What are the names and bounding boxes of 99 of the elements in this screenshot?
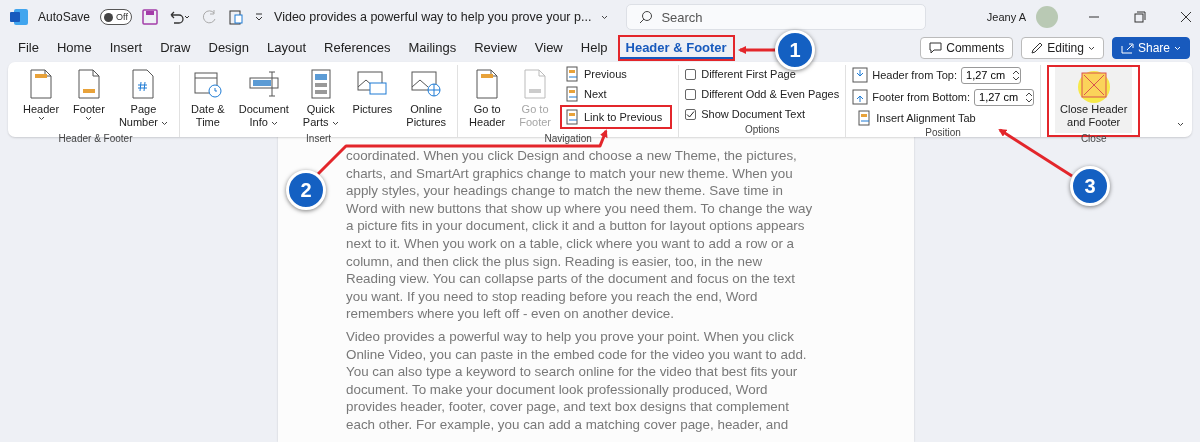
document-text-line: Word with new buttons that show up where you need them. To change the way: [346, 199, 814, 218]
autosave-toggle[interactable]: Off: [100, 9, 133, 25]
group-label: Insert: [305, 133, 333, 146]
ribbon-button[interactable]: Next: [559, 85, 673, 103]
callout-badge: 1: [775, 30, 815, 70]
document-text-line: coordinated. When you click Design and choose a new Theme, the pictures,: [346, 147, 798, 165]
search-icon: [639, 10, 654, 24]
spinner-field[interactable]: 1,27 cm: [974, 88, 1035, 106]
ribbon-button[interactable]: Go to Header: [464, 65, 511, 133]
comment-icon: [929, 42, 943, 54]
ribbon-button[interactable]: Link to Previous: [559, 105, 673, 129]
ribbon-tab[interactable]: Design: [200, 35, 257, 61]
ribbon-tab[interactable]: Header & Footer: [617, 35, 735, 61]
document-text-line: apply styles, your headings change to match the new theme. Save time in: [346, 182, 784, 200]
checkbox-label: Show Document Text: [701, 108, 805, 120]
ribbon-button[interactable]: Footer: [68, 65, 110, 125]
ribbon-button[interactable]: Header: [18, 65, 65, 125]
document-text-line: remembers where you left off - even on another device.: [346, 305, 675, 323]
quick-parts-icon: [308, 69, 333, 99]
ribbon-tab[interactable]: Home: [48, 35, 100, 61]
footer-bottom-icon: [852, 89, 869, 105]
caret-icon: [1177, 122, 1184, 127]
ribbon-button[interactable]: Online Pictures: [401, 65, 452, 133]
document-text-line: provides header, footer, cover page, and text box designs that complement: [346, 398, 790, 416]
alignment-tab-icon: [858, 110, 873, 126]
caret-icon: [1087, 45, 1095, 51]
ribbon-tab[interactable]: File: [10, 35, 47, 61]
search-field[interactable]: Search: [626, 4, 927, 30]
ribbon-tab[interactable]: Layout: [258, 35, 314, 61]
ribbon-button[interactable]: Quick Parts: [297, 65, 344, 133]
caret-icon: [601, 14, 609, 20]
ribbon-button[interactable]: Page Number: [113, 65, 174, 133]
online-picture-icon: [410, 69, 443, 99]
ribbon-tab[interactable]: View: [526, 35, 571, 61]
spinner-field[interactable]: 1,27 cm: [961, 66, 1022, 84]
link-icon: [565, 66, 580, 82]
checkbox-label: Different First Page: [701, 68, 796, 80]
group-label: Navigation: [543, 133, 593, 146]
document-text-line: next to it. When you work on a table, click where you want to add a row or a: [346, 234, 796, 253]
group-label: Header & Footer: [57, 133, 134, 146]
user-name: Jeany A: [986, 11, 1026, 23]
page-icon: [474, 69, 501, 99]
document-text-line: charts, and SmartArt graphics change to match your new theme. When you: [346, 164, 794, 183]
ribbon-button[interactable]: Pictures: [347, 65, 398, 120]
field-label: Footer from Bottom:: [872, 91, 971, 103]
document-text-line: Online Video, you can paste in the embed code for the video you want to add.: [346, 345, 808, 364]
ribbon-tab[interactable]: Draw: [152, 35, 199, 61]
share-button[interactable]: Share: [1111, 37, 1190, 59]
document-text-line: a picture fits in your document, click it and a button for layout options appears: [346, 217, 806, 235]
share-icon: [1120, 42, 1134, 54]
page-number-icon: [130, 69, 157, 99]
document-info-icon: [247, 69, 280, 99]
ribbon-tab[interactable]: References: [316, 35, 399, 61]
ribbon-button[interactable]: Document Info: [233, 65, 294, 133]
group-label: Position: [924, 127, 962, 140]
document-text-line: column, and then click the plus sign. Reading is easier, too, in the new: [346, 252, 764, 271]
app-logo-icon: [10, 9, 28, 25]
checkbox[interactable]: [685, 68, 697, 80]
document-title: Video provides a powerful way to help you prove your p...: [274, 10, 592, 24]
spin-arrows-icon[interactable]: [1025, 90, 1034, 104]
checkbox[interactable]: [685, 88, 697, 100]
ribbon-button[interactable]: Date & Time: [186, 65, 230, 133]
pencil-icon: [1030, 41, 1044, 55]
spin-arrows-icon[interactable]: [1012, 68, 1021, 82]
caret-icon: [1174, 45, 1181, 51]
autosave-label: AutoSave: [38, 10, 91, 24]
annotation-arrow: [738, 46, 776, 54]
calendar-clock-icon: [192, 69, 223, 99]
restore-icon[interactable]: [1134, 11, 1146, 23]
editing-button[interactable]: Editing: [1021, 37, 1104, 59]
link-icon: [565, 86, 580, 102]
checkbox-label: Different Odd & Even Pages: [701, 88, 840, 100]
document-text-line: document. To make your document look professionally produced, Word: [346, 380, 769, 399]
callout-badge: 3: [1070, 166, 1110, 206]
document-text-line: you want. If you need to stop reading before you reach the end, Word: [346, 287, 759, 306]
ribbon-button[interactable]: Insert Alignment Tab: [852, 109, 1035, 127]
close-x-icon: [1079, 71, 1108, 99]
ribbon-tab[interactable]: Review: [466, 35, 525, 61]
page-icon: [75, 69, 102, 99]
document-text-line: You can also type a keyword to search online for the video that best fits your: [346, 363, 799, 381]
close-icon[interactable]: [1180, 11, 1192, 23]
document-text-line: each other. For example, you can add a matching cover page, header, and: [346, 415, 790, 434]
page-icon: [522, 69, 549, 99]
group-label: Options: [744, 124, 781, 137]
customize-caret-icon[interactable]: [254, 12, 265, 22]
document-text-line: Reading view. You can collapse parts of the document and focus on the text: [346, 270, 796, 288]
field-label: Header from Top:: [872, 69, 958, 81]
ribbon-tab[interactable]: Help: [572, 35, 616, 61]
ribbon-tab[interactable]: Insert: [101, 35, 151, 61]
header-top-icon: [852, 67, 869, 83]
document-text-line: Video provides a powerful way to help you prove your point. When you click: [346, 327, 795, 346]
save-icon[interactable]: [142, 9, 159, 25]
checkbox[interactable]: [685, 108, 697, 120]
link-icon: [565, 109, 580, 125]
comments-button[interactable]: Comments: [920, 37, 1014, 59]
ribbon-tab[interactable]: Mailings: [400, 35, 465, 61]
ribbon-button[interactable]: Previous: [559, 65, 673, 83]
ribbon-button[interactable]: Close Header and Footer: [1055, 67, 1133, 133]
page-icon: [28, 69, 55, 99]
